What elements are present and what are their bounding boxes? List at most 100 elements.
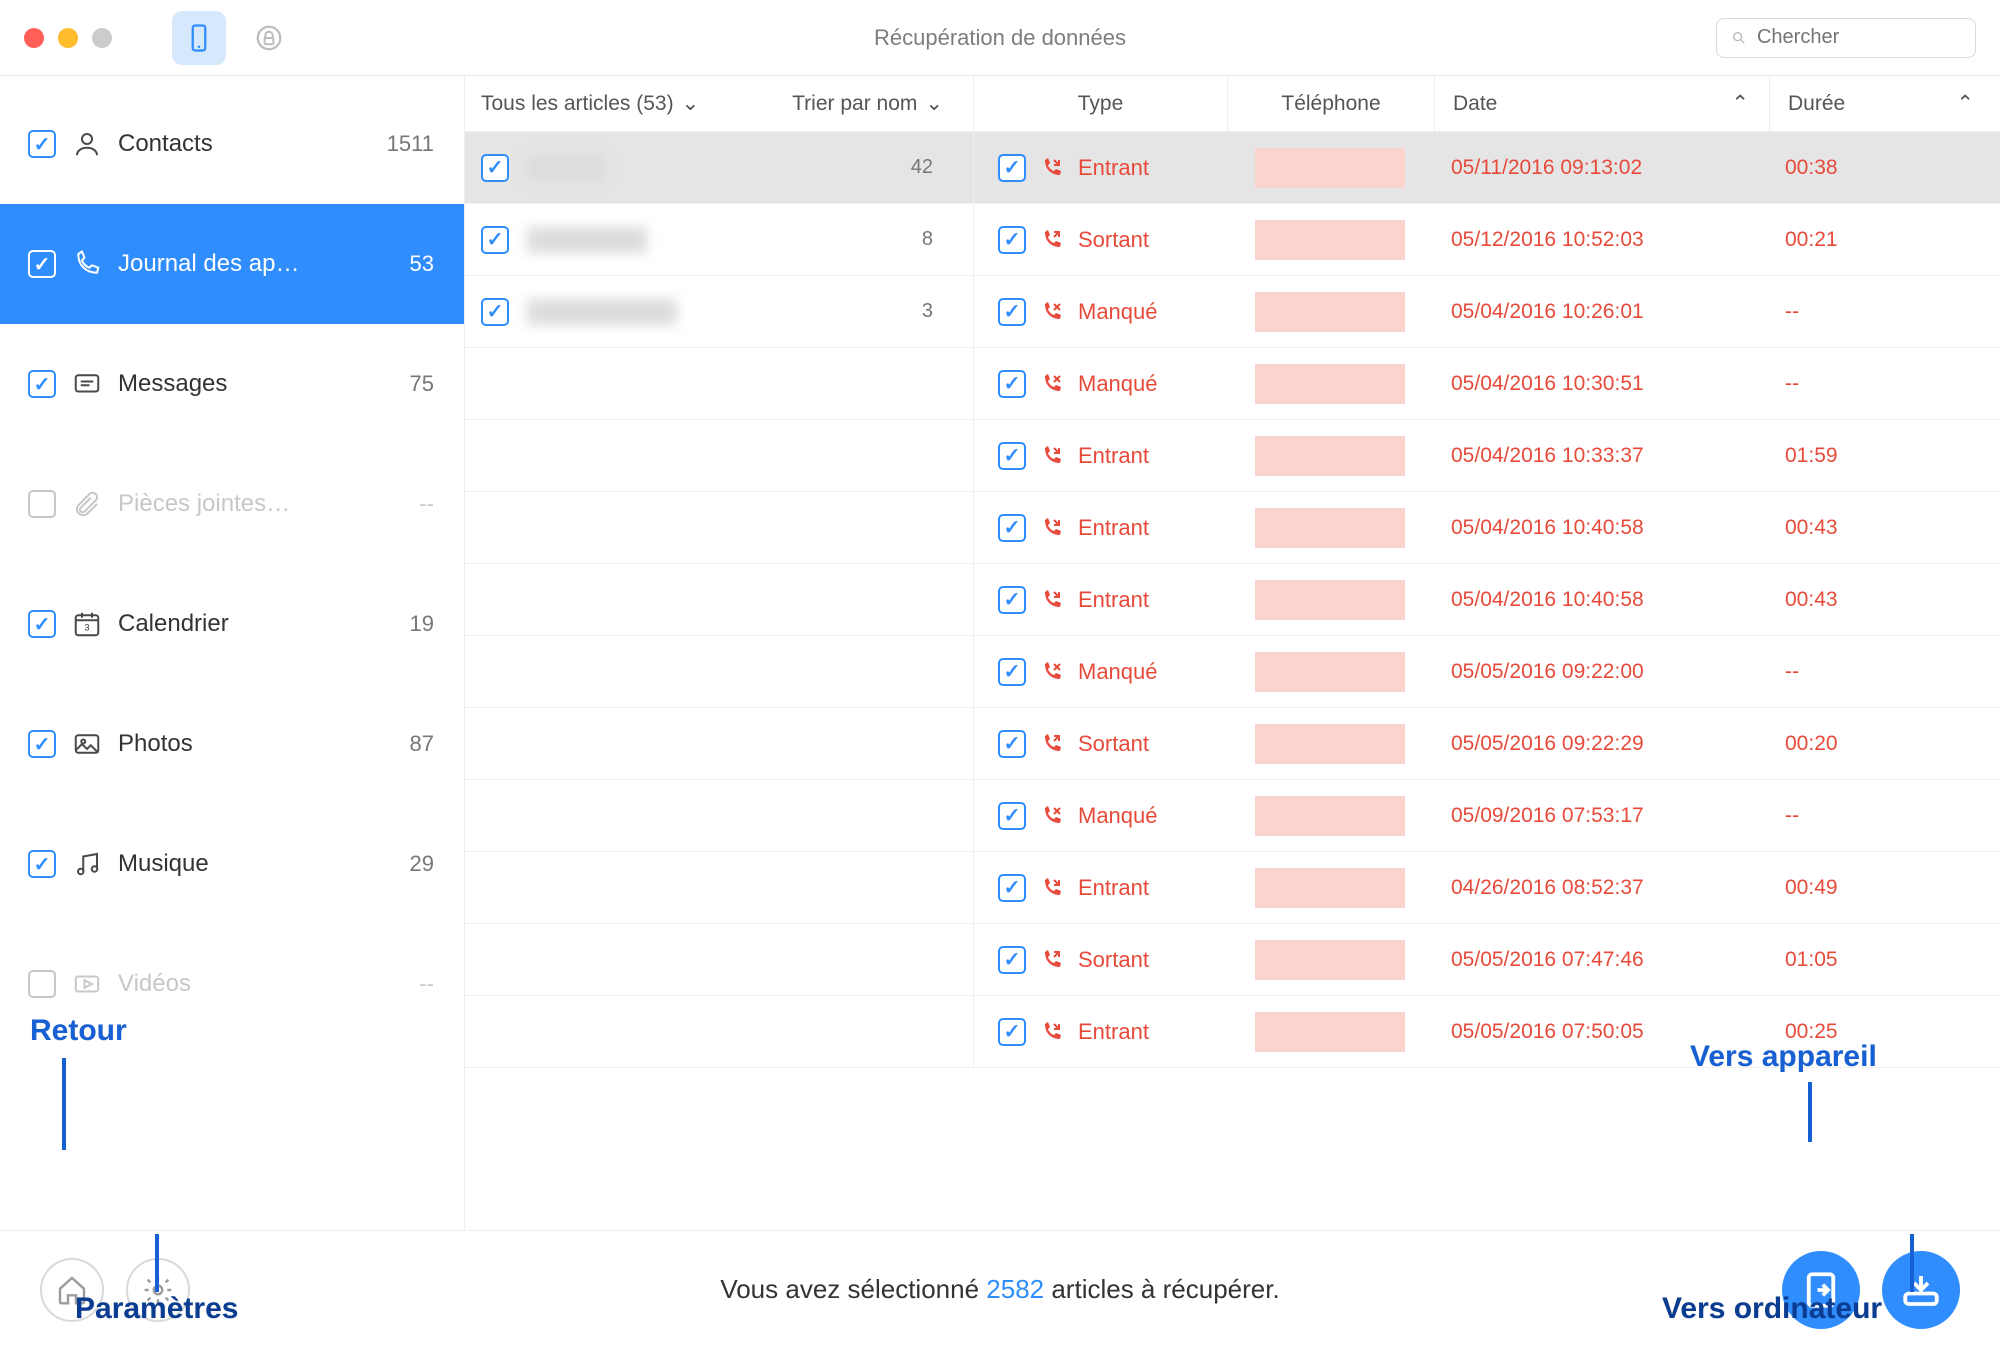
call-checkbox[interactable]	[998, 298, 1026, 326]
cell-type: Sortant	[974, 730, 1227, 758]
call-checkbox[interactable]	[998, 874, 1026, 902]
call-entrant-icon	[1040, 156, 1064, 180]
sortby-dropdown[interactable]: Trier par nom⌄	[792, 91, 943, 116]
call-checkbox[interactable]	[998, 1018, 1026, 1046]
checkbox[interactable]	[28, 610, 56, 638]
contact-name-redacted	[527, 155, 605, 181]
cell-duration: --	[1767, 372, 2000, 396]
col-header-duration[interactable]: Durée⌃	[1770, 91, 2000, 116]
col-header-type[interactable]: Type	[974, 92, 1227, 116]
minimize-window-dot[interactable]	[58, 28, 78, 48]
checkbox[interactable]	[28, 970, 56, 998]
sidebar-item-label: Pièces jointes…	[118, 490, 290, 518]
sidebar-item-calls[interactable]: Journal des ap…53	[0, 204, 464, 324]
row-checkbox[interactable]	[481, 226, 509, 254]
sidebar-item-contacts[interactable]: Contacts1511	[0, 84, 464, 204]
mode-secondary-button[interactable]	[242, 11, 296, 65]
call-checkbox[interactable]	[998, 802, 1026, 830]
checkbox[interactable]	[28, 370, 56, 398]
call-checkbox[interactable]	[998, 946, 1026, 974]
calls-icon	[70, 247, 104, 281]
close-window-dot[interactable]	[24, 28, 44, 48]
call-checkbox[interactable]	[998, 586, 1026, 614]
checkbox[interactable]	[28, 730, 56, 758]
cell-type: Entrant	[974, 442, 1227, 470]
call-type-label: Entrant	[1078, 515, 1149, 541]
cell-type: Entrant	[974, 586, 1227, 614]
data-row[interactable]: Manqué05/09/2016 07:53:17--	[465, 780, 2000, 852]
to-computer-button[interactable]	[1882, 1251, 1960, 1329]
calendar-icon: 3	[70, 607, 104, 641]
row-checkbox[interactable]	[481, 154, 509, 182]
mode-phone-button[interactable]	[172, 11, 226, 65]
data-row[interactable]: Entrant05/04/2016 10:40:5800:43	[465, 492, 2000, 564]
call-checkbox[interactable]	[998, 370, 1026, 398]
phone-redacted	[1255, 436, 1405, 476]
cell-phone	[1227, 508, 1433, 548]
sidebar-item-attachments[interactable]: Pièces jointes…--	[0, 444, 464, 564]
sidebar-item-messages[interactable]: Messages 75	[0, 324, 464, 444]
articles-dropdown[interactable]: Tous les articles (53)⌄	[481, 91, 699, 116]
data-row[interactable]: Entrant04/26/2016 08:52:3700:49	[465, 852, 2000, 924]
search-input[interactable]	[1757, 26, 1961, 49]
data-row[interactable]: Entrant05/04/2016 10:33:3701:59	[465, 420, 2000, 492]
data-row[interactable]: Entrant05/04/2016 10:40:5800:43	[465, 564, 2000, 636]
contact-name-redacted	[527, 227, 647, 253]
call-checkbox[interactable]	[998, 514, 1026, 542]
zoom-window-dot[interactable]	[92, 28, 112, 48]
phone-redacted	[1255, 868, 1405, 908]
call-type-label: Entrant	[1078, 155, 1149, 181]
phone-redacted	[1255, 220, 1405, 260]
data-row[interactable]: Sortant05/05/2016 09:22:2900:20	[465, 708, 2000, 780]
call-checkbox[interactable]	[998, 658, 1026, 686]
checkbox[interactable]	[28, 250, 56, 278]
phone-redacted	[1255, 580, 1405, 620]
selection-summary: Vous avez sélectionné 2582 articles à ré…	[720, 1274, 1279, 1305]
callout-retour: Retour	[30, 1014, 127, 1048]
sidebar-item-music[interactable]: Musique29	[0, 804, 464, 924]
call-checkbox[interactable]	[998, 154, 1026, 182]
sidebar-item-photos[interactable]: Photos87	[0, 684, 464, 804]
data-row[interactable]: 8Sortant05/12/2016 10:52:0300:21	[465, 204, 2000, 276]
call-manque-icon	[1040, 300, 1064, 324]
sidebar-item-label: Journal des ap…	[118, 250, 299, 278]
checkbox[interactable]	[28, 850, 56, 878]
cell-date: 05/05/2016 09:22:29	[1433, 732, 1767, 756]
callout-vers-appareil: Vers appareil	[1690, 1040, 1877, 1074]
cell-phone	[1227, 868, 1433, 908]
checkbox[interactable]	[28, 490, 56, 518]
svg-text:3: 3	[85, 622, 90, 632]
call-checkbox[interactable]	[998, 730, 1026, 758]
col-header-phone[interactable]: Téléphone	[1228, 92, 1434, 116]
checkbox[interactable]	[28, 130, 56, 158]
search-box[interactable]	[1716, 18, 1976, 58]
sidebar-item-count: 75	[410, 371, 434, 397]
cell-duration: 01:59	[1767, 444, 2000, 468]
data-row[interactable]: 42Entrant05/11/2016 09:13:0200:38	[465, 132, 2000, 204]
selected-count: 2582	[986, 1274, 1044, 1304]
call-manque-icon	[1040, 660, 1064, 684]
contact-call-count: 8	[922, 228, 933, 251]
cell-duration: 00:38	[1767, 156, 2000, 180]
cell-type: Entrant	[974, 514, 1227, 542]
article-sort-group: Tous les articles (53)⌄ Trier par nom⌄	[465, 91, 973, 116]
data-row[interactable]: Manqué05/05/2016 09:22:00--	[465, 636, 2000, 708]
call-type-label: Manqué	[1078, 371, 1158, 397]
photos-icon	[70, 727, 104, 761]
contact-call-count: 42	[911, 156, 933, 179]
data-row[interactable]: Sortant05/05/2016 07:47:4601:05	[465, 924, 2000, 996]
call-type-label: Manqué	[1078, 659, 1158, 685]
titlebar: Récupération de données	[0, 0, 2000, 76]
cell-duration: 00:21	[1767, 228, 2000, 252]
name-cell: 42	[465, 154, 973, 182]
contact-call-count: 3	[922, 300, 933, 323]
sidebar-item-calendar[interactable]: 3Calendrier19	[0, 564, 464, 684]
call-checkbox[interactable]	[998, 226, 1026, 254]
data-row[interactable]: Manqué05/04/2016 10:30:51--	[465, 348, 2000, 420]
col-header-date[interactable]: Date⌃	[1435, 91, 1769, 116]
data-row[interactable]: 3Manqué05/04/2016 10:26:01--	[465, 276, 2000, 348]
sidebar-item-label: Messages	[118, 370, 227, 398]
name-cell: 8	[465, 226, 973, 254]
call-checkbox[interactable]	[998, 442, 1026, 470]
row-checkbox[interactable]	[481, 298, 509, 326]
